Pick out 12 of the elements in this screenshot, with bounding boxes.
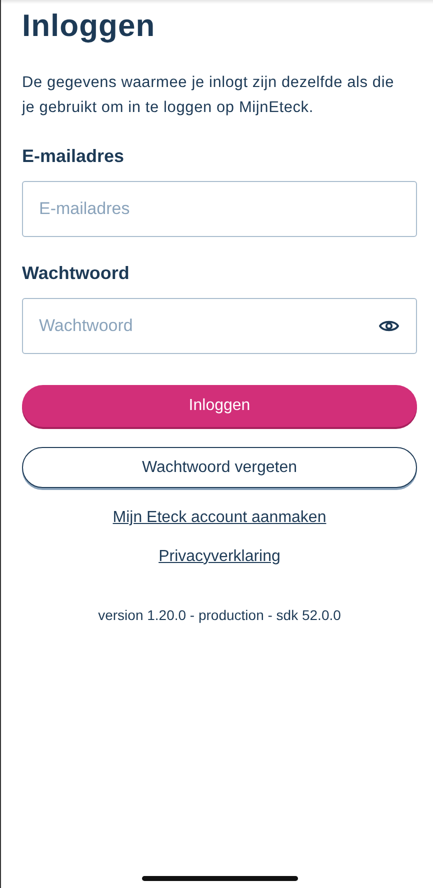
- forgot-password-button[interactable]: Wachtwoord vergeten: [22, 447, 417, 488]
- password-field[interactable]: Wachtwoord: [22, 298, 417, 354]
- intro-text: De gegevens waarmee je inlogt zijn dezelfde als die je gebruikt om in te loggen op MijnEteck.: [22, 73, 396, 118]
- page-title: Inloggen: [22, 7, 156, 45]
- email-field[interactable]: E-mailadres: [22, 181, 417, 237]
- version-text: version 1.20.0 - production - sdk 52.0.0: [98, 607, 341, 623]
- field-label: Wachtwoord: [22, 262, 130, 285]
- link[interactable]: Mijn Eteck account aanmaken: [112, 508, 326, 528]
- field-label: E-mailadres: [22, 145, 126, 168]
- eye-icon[interactable]: [379, 319, 399, 333]
- link[interactable]: Privacyverklaring: [158, 547, 280, 567]
- login-button[interactable]: Inloggen: [22, 385, 417, 427]
